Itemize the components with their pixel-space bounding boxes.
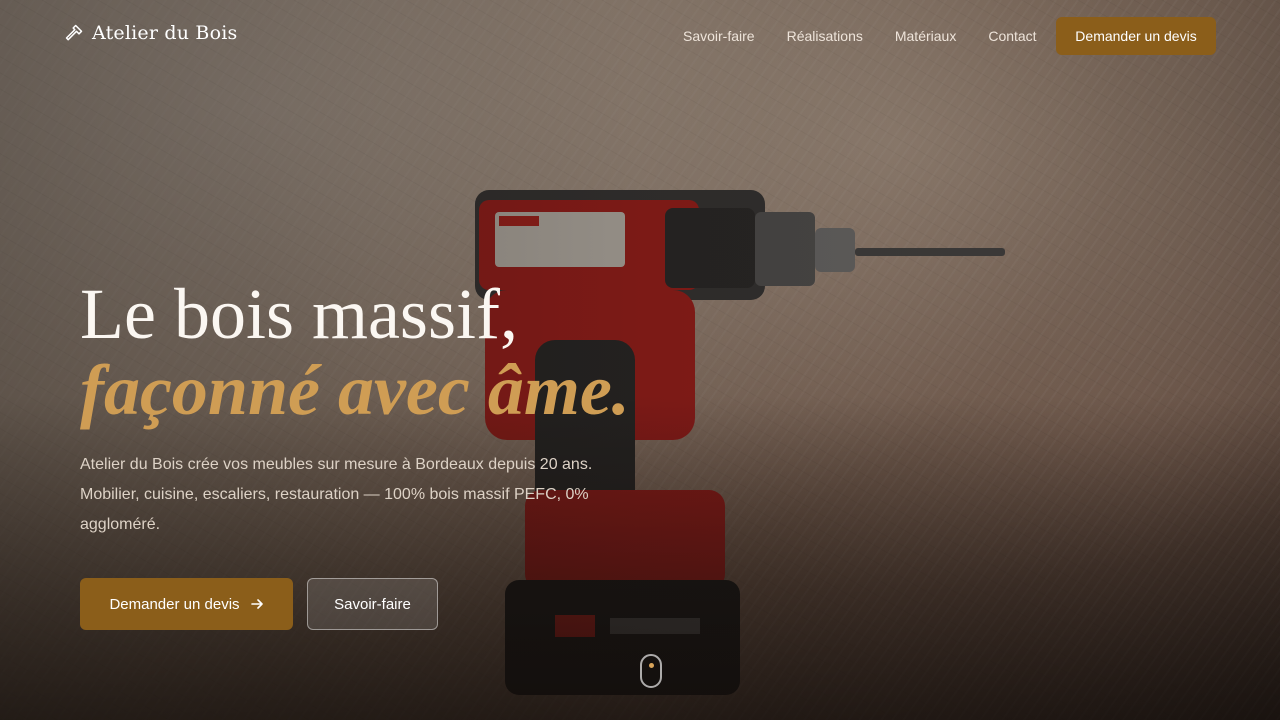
quote-button[interactable]: Demander un devis [80,578,293,630]
arrow-right-icon [250,599,263,609]
brand-name: Atelier du Bois [92,22,238,44]
main-menu: Savoir-faire Réalisations Matériaux Cont… [683,28,1037,44]
nav-item-savoir-faire[interactable]: Savoir-faire [683,28,755,44]
nav-quote-button[interactable]: Demander un devis [1056,17,1216,55]
nav-item-contact[interactable]: Contact [988,28,1036,44]
hero-section: Atelier du Bois Savoir-faire Réalisation… [0,0,1280,720]
brand[interactable]: Atelier du Bois [64,22,237,44]
mouse-scroll-icon[interactable] [640,654,662,688]
hammer-icon [65,24,83,41]
savoir-faire-button[interactable]: Savoir-faire [307,578,438,630]
scroll-dot [649,663,654,668]
quote-button-label: Demander un devis [109,595,240,613]
nav-item-materiaux[interactable]: Matériaux [895,28,956,44]
top-nav: Atelier du Bois Savoir-faire Réalisation… [0,0,1280,72]
hero-title-line-1: Le bois massif, [80,274,518,354]
hero-description: Atelier du Bois crée vos meubles sur mes… [80,456,593,533]
nav-item-realisations[interactable]: Réalisations [787,28,863,44]
hero-title-line-2: façonné avec âme. [80,350,630,430]
